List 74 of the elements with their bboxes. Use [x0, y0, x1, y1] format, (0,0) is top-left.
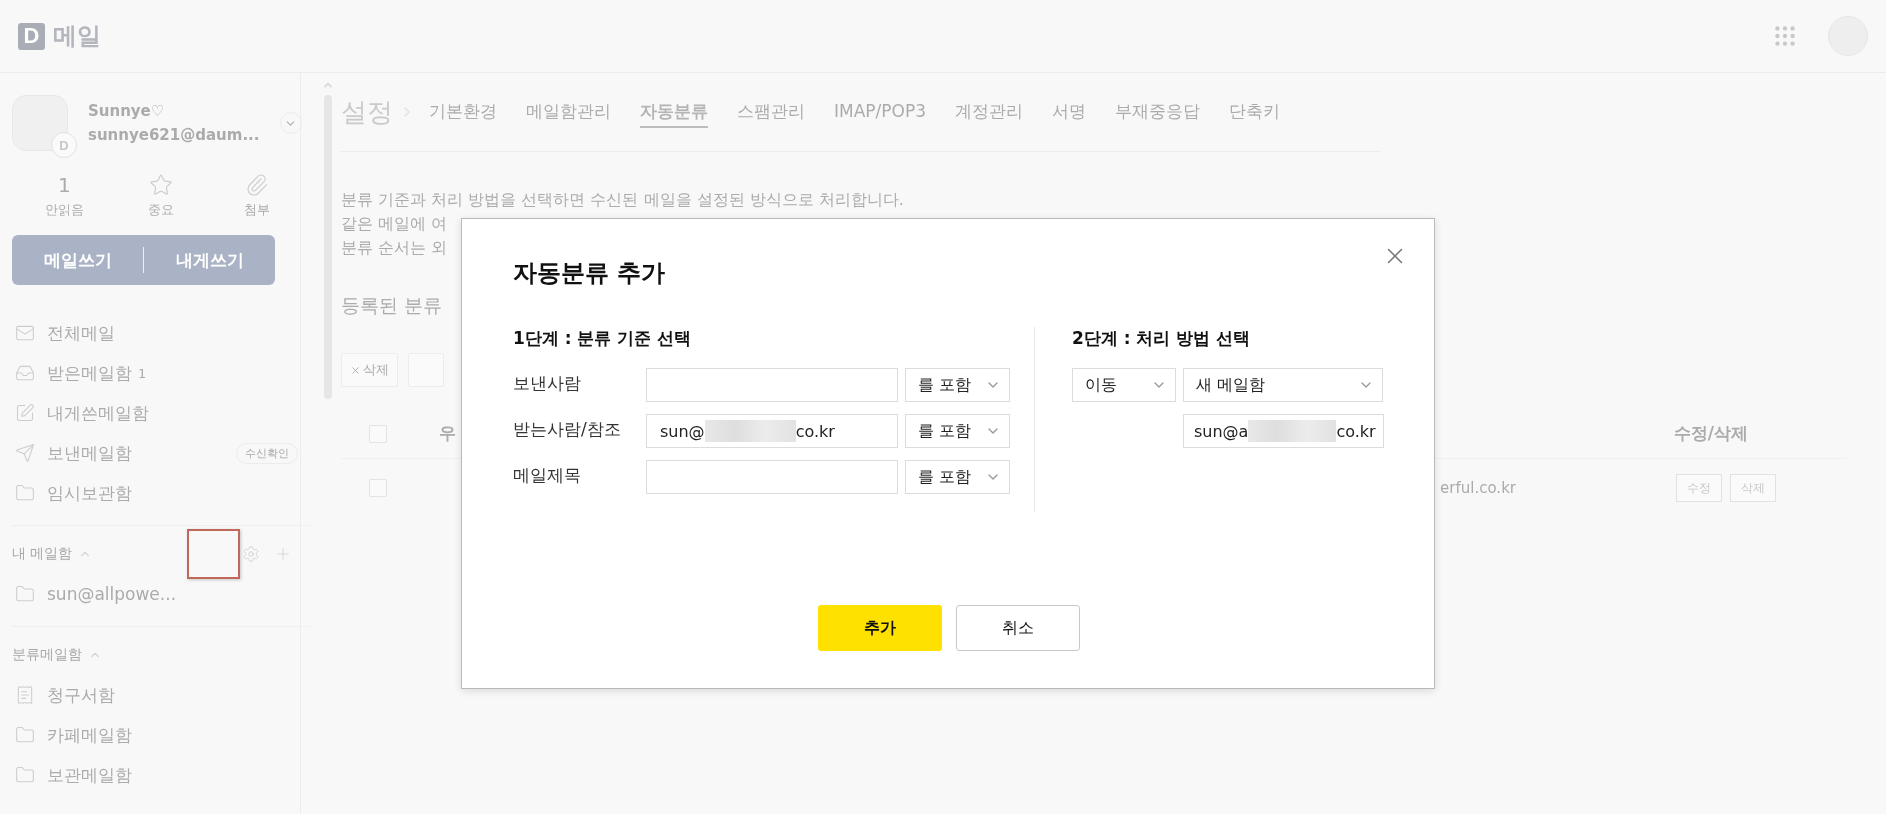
- compose-button[interactable]: 메일쓰기: [12, 235, 143, 285]
- email-text: sun@: [660, 421, 705, 441]
- dialog-title: 자동분류 추가: [513, 258, 667, 289]
- settings-tab[interactable]: 단축키: [1229, 96, 1280, 128]
- settings-icon[interactable]: [241, 545, 260, 563]
- field-label: 메일제목: [513, 464, 582, 487]
- column-header: 우: [439, 422, 456, 445]
- mail-icon: [15, 323, 35, 343]
- settings-tab[interactable]: 부재중응답: [1115, 96, 1200, 128]
- paperclip-icon: [245, 173, 270, 197]
- compose-button[interactable]: 내게쓰기: [144, 235, 275, 285]
- close-icon: [350, 364, 361, 376]
- logo-text[interactable]: 메일: [53, 20, 101, 52]
- folder-link[interactable]: 보낸메일함: [47, 441, 132, 465]
- step-title: 1단계 : 분류 기준 선택: [513, 327, 693, 350]
- stat-label[interactable]: 안읽음: [44, 201, 84, 219]
- add-button[interactable]: 추가: [817, 605, 942, 651]
- email-text: sun@a: [1194, 421, 1249, 441]
- folder-icon: [15, 483, 35, 503]
- step-title: 2단계 : 처리 방법 선택: [1072, 327, 1252, 350]
- action-dropdown[interactable]: 이동: [1072, 368, 1176, 402]
- field-label: 보낸사람: [513, 372, 582, 395]
- folder-link[interactable]: 내게쓴메일함: [47, 401, 149, 425]
- unread-count: 1: [57, 173, 71, 197]
- user-name: Sunnye♡: [88, 102, 166, 120]
- star-icon: [148, 173, 173, 197]
- folder-icon: [15, 584, 35, 604]
- settings-tab[interactable]: 계정관리: [955, 96, 1023, 128]
- user-email: sunnye621@daum...: [88, 126, 260, 144]
- stat-label[interactable]: 첨부: [244, 201, 271, 219]
- folder-icon: [15, 765, 35, 785]
- folder-link[interactable]: 청구서함: [47, 683, 115, 707]
- description-text: 분류 순서는 외: [341, 238, 448, 257]
- input-field[interactable]: [646, 460, 898, 494]
- email-text: co.kr: [1336, 421, 1376, 441]
- condition-dropdown[interactable]: 를 포함: [905, 460, 1010, 494]
- email-text: co.kr: [795, 421, 835, 441]
- condition-dropdown[interactable]: 를 포함: [905, 368, 1010, 402]
- logo-mark[interactable]: D: [18, 22, 45, 50]
- section-title[interactable]: 분류메일함: [12, 646, 82, 664]
- folder-link[interactable]: 전체메일: [47, 321, 115, 345]
- settings-tab[interactable]: 자동분류: [640, 96, 708, 128]
- mailbox-dropdown[interactable]: 새 메일함: [1183, 368, 1383, 402]
- settings-tab[interactable]: 스팸관리: [737, 96, 805, 128]
- address-field[interactable]: sun@a co.kr: [1183, 414, 1384, 448]
- settings-tab[interactable]: 서명: [1052, 96, 1086, 128]
- input-field[interactable]: [646, 368, 898, 402]
- delete-button[interactable]: 삭제: [341, 353, 398, 387]
- section-title: 등록된 분류: [341, 293, 443, 318]
- section-title[interactable]: 내 메일함: [12, 545, 73, 563]
- send-icon: [15, 443, 35, 463]
- description-text: 같은 메일에 여: [341, 214, 448, 233]
- folder-icon: [15, 725, 35, 745]
- folder-link[interactable]: 임시보관함: [47, 481, 132, 505]
- folder-link[interactable]: 보관메일함: [47, 763, 132, 787]
- folder-link[interactable]: sun@allpowe...: [47, 584, 177, 604]
- folder-link[interactable]: 카페메일함: [47, 723, 132, 747]
- unread-count: 1: [138, 365, 147, 381]
- receipt-icon: [15, 685, 35, 705]
- description-text: 분류 기준과 처리 방법을 선택하면 수신된 메일을 설정된 방식으로 처리합니다.: [341, 190, 904, 209]
- settings-tab[interactable]: 기본환경: [429, 96, 497, 128]
- apps-grid-icon[interactable]: [1772, 23, 1798, 49]
- input-field[interactable]: sun@ co.kr: [646, 414, 898, 448]
- inbox-icon: [15, 363, 35, 383]
- stat-label[interactable]: 중요: [147, 201, 174, 219]
- cancel-button[interactable]: 취소: [955, 605, 1080, 651]
- column-header: 수정/삭제: [1673, 422, 1748, 445]
- pen-icon: [15, 403, 35, 423]
- settings-tab[interactable]: IMAP/POP3: [834, 98, 926, 126]
- folder-link[interactable]: 받은메일함: [47, 361, 132, 385]
- table-cell: erful.co.kr: [1440, 479, 1516, 497]
- condition-dropdown[interactable]: 를 포함: [905, 414, 1010, 448]
- settings-tab[interactable]: 메일함관리: [526, 96, 611, 128]
- field-label: 받는사람/참조: [513, 418, 622, 441]
